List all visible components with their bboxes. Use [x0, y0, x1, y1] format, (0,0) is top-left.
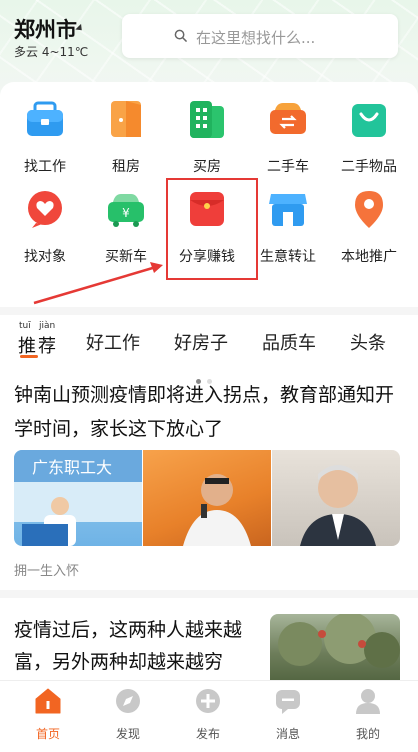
page-indicator	[196, 369, 218, 388]
grid-item-find-job[interactable]: 找工作	[3, 98, 87, 178]
grid-item-local-promotion[interactable]: 本地推广	[327, 188, 411, 268]
weather-info: 多云 4~11℃	[14, 45, 89, 59]
grid-item-label: 二手车	[267, 159, 309, 175]
grid-item-dating[interactable]: 找对象	[3, 188, 87, 268]
grid-item-second-hand[interactable]: 二手物品	[327, 98, 411, 178]
feed-tabs: tuī jiàn 推 荐 好工作 好房子 品质车 头条	[0, 315, 418, 365]
shop-icon	[269, 194, 307, 226]
message-icon	[276, 690, 300, 714]
article-image[interactable]	[270, 614, 400, 680]
grid-item-used-car[interactable]: 二手车	[246, 98, 330, 178]
nav-discover[interactable]: 发现	[93, 687, 163, 747]
trees-photo	[278, 614, 400, 668]
new-car-icon: ¥	[108, 194, 144, 227]
search-icon	[174, 29, 187, 42]
article-image	[272, 450, 400, 546]
grid-item-label: 找工作	[24, 159, 66, 175]
grid-item-new-car[interactable]: ¥ 买新车	[84, 188, 168, 268]
annotation-highlight-box	[166, 178, 258, 280]
article-title[interactable]: 钟南山预测疫情即将进入拐点，教育部通知开学时间，家长这下放心了	[14, 378, 404, 446]
portrait-photo	[300, 465, 376, 546]
section-divider	[0, 590, 418, 598]
grid-item-label: 买房	[193, 159, 221, 175]
article-title[interactable]: 疫情过后，这两种人越来越富，另外两种却越来越穷	[14, 614, 254, 678]
plus-icon	[196, 689, 220, 713]
heart-chat-icon	[28, 191, 62, 228]
nav-publish[interactable]: 发布	[173, 687, 243, 747]
article-image	[143, 450, 271, 546]
page-dot-active	[196, 379, 201, 384]
bottom-nav: 首页 发现 发布 消息 我的	[0, 680, 418, 752]
tab-recommend-pinyin: jiàn	[39, 321, 56, 331]
event-photo: 广东职工大	[14, 450, 142, 546]
page-dot	[207, 379, 212, 384]
car-swap-icon	[270, 103, 306, 134]
svg-text:¥: ¥	[122, 206, 130, 220]
article-source: 拥一生入怀	[14, 564, 80, 579]
compass-icon	[116, 689, 140, 713]
city-selector[interactable]: 郑州市	[14, 14, 77, 44]
grid-item-buy-house[interactable]: 买房	[165, 98, 249, 178]
nav-label: 发现	[115, 727, 140, 741]
building-icon	[190, 101, 224, 138]
grid-item-business-transfer[interactable]: 生意转让	[246, 188, 330, 268]
nav-label: 首页	[35, 727, 60, 741]
article-image: 广东职工大	[14, 450, 142, 546]
tab-active-indicator	[20, 355, 38, 358]
shopping-bag-icon	[352, 104, 386, 137]
image-banner-text: 广东职工大	[32, 458, 112, 477]
speaker-photo	[183, 474, 251, 546]
grid-item-label: 二手物品	[341, 159, 397, 175]
tab-good-jobs[interactable]: 好工作	[86, 329, 140, 355]
article-image-row[interactable]: 广东职工大	[14, 450, 400, 546]
search-placeholder: 在这里想找什么...	[196, 29, 316, 47]
grid-item-label: 租房	[112, 159, 140, 175]
grid-item-label: 买新车	[105, 249, 147, 265]
grid-item-label: 找对象	[24, 249, 66, 265]
tab-recommend-char: 荐	[38, 336, 56, 357]
tab-headlines[interactable]: 头条	[350, 329, 386, 355]
briefcase-icon	[27, 101, 63, 136]
nav-messages[interactable]: 消息	[253, 687, 323, 747]
grid-item-rent[interactable]: 租房	[84, 98, 168, 178]
user-icon	[356, 689, 380, 714]
grid-item-label: 本地推广	[341, 249, 397, 265]
nav-home[interactable]: 首页	[13, 687, 83, 747]
grid-item-label: 生意转让	[260, 249, 316, 265]
nav-label: 我的	[355, 727, 380, 741]
location-pin-icon	[355, 191, 383, 228]
tab-quality-cars[interactable]: 品质车	[262, 329, 316, 355]
tab-recommend[interactable]: tuī jiàn 推 荐	[18, 321, 60, 361]
tab-good-houses[interactable]: 好房子	[174, 329, 228, 355]
tab-recommend-pinyin: tuī	[19, 321, 31, 331]
search-bar[interactable]: 在这里想找什么...	[122, 14, 398, 58]
home-icon	[35, 688, 61, 714]
nav-label: 消息	[275, 727, 300, 741]
section-divider	[0, 307, 418, 315]
nav-profile[interactable]: 我的	[333, 687, 403, 747]
door-icon	[111, 101, 141, 137]
nav-label: 发布	[195, 727, 220, 741]
